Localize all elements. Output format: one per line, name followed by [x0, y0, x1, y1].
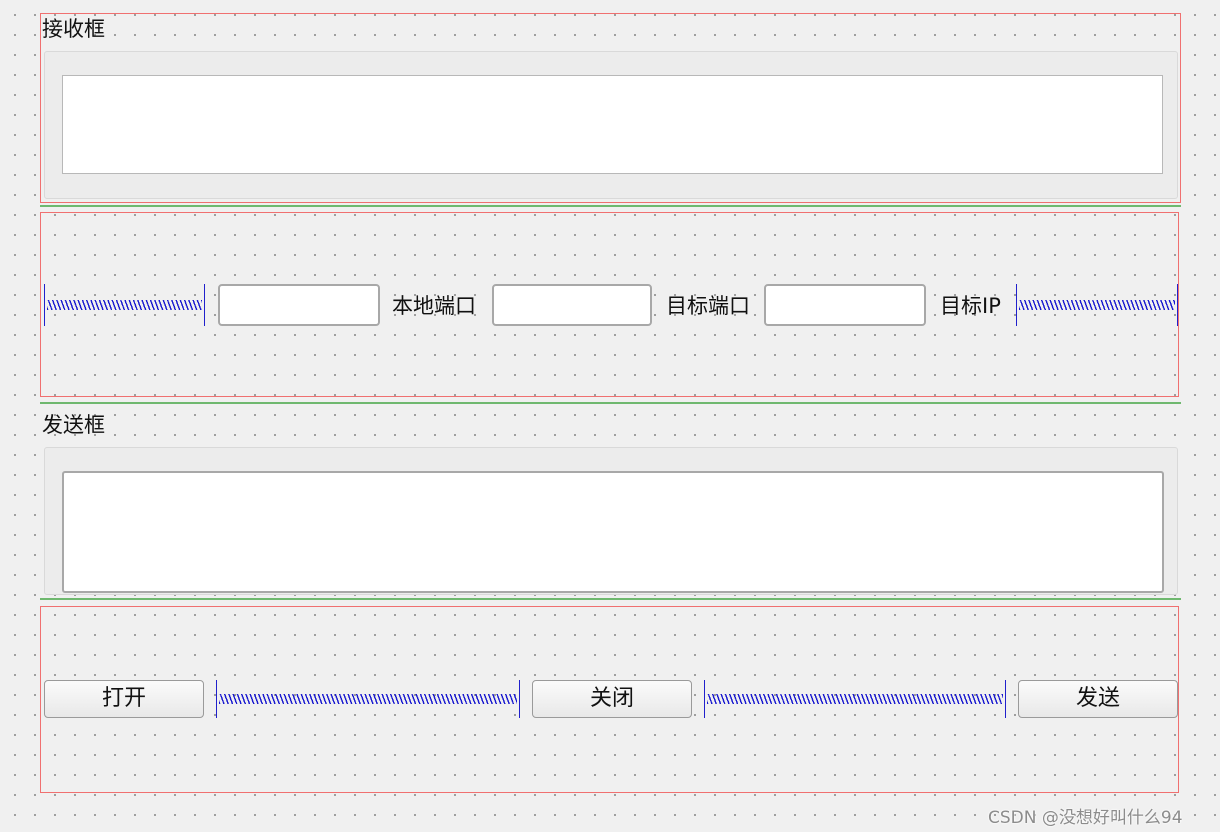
send-textarea[interactable] — [62, 471, 1164, 593]
separator-3 — [40, 598, 1181, 600]
horizontal-spacer-left — [44, 284, 205, 326]
watermark-text: CSDN @没想好叫什么94 — [988, 808, 1183, 828]
target-port-input[interactable] — [492, 284, 652, 326]
open-button[interactable]: 打开 — [44, 680, 204, 718]
target-ip-label: 目标IP — [940, 294, 1001, 318]
receive-title: 接收框 — [42, 17, 105, 41]
target-port-label: 目标端口 — [666, 294, 750, 318]
local-port-label: 本地端口 — [392, 294, 476, 318]
send-button[interactable]: 发送 — [1018, 680, 1178, 718]
separator-2 — [40, 402, 1181, 404]
target-ip-input[interactable] — [764, 284, 926, 326]
send-title: 发送框 — [42, 413, 105, 437]
close-button[interactable]: 关闭 — [532, 680, 692, 718]
horizontal-spacer-1 — [216, 680, 520, 718]
separator-1 — [40, 205, 1181, 207]
receive-textarea[interactable] — [62, 75, 1163, 174]
horizontal-spacer-right — [1016, 284, 1178, 326]
local-port-input[interactable] — [218, 284, 380, 326]
horizontal-spacer-2 — [704, 680, 1006, 718]
